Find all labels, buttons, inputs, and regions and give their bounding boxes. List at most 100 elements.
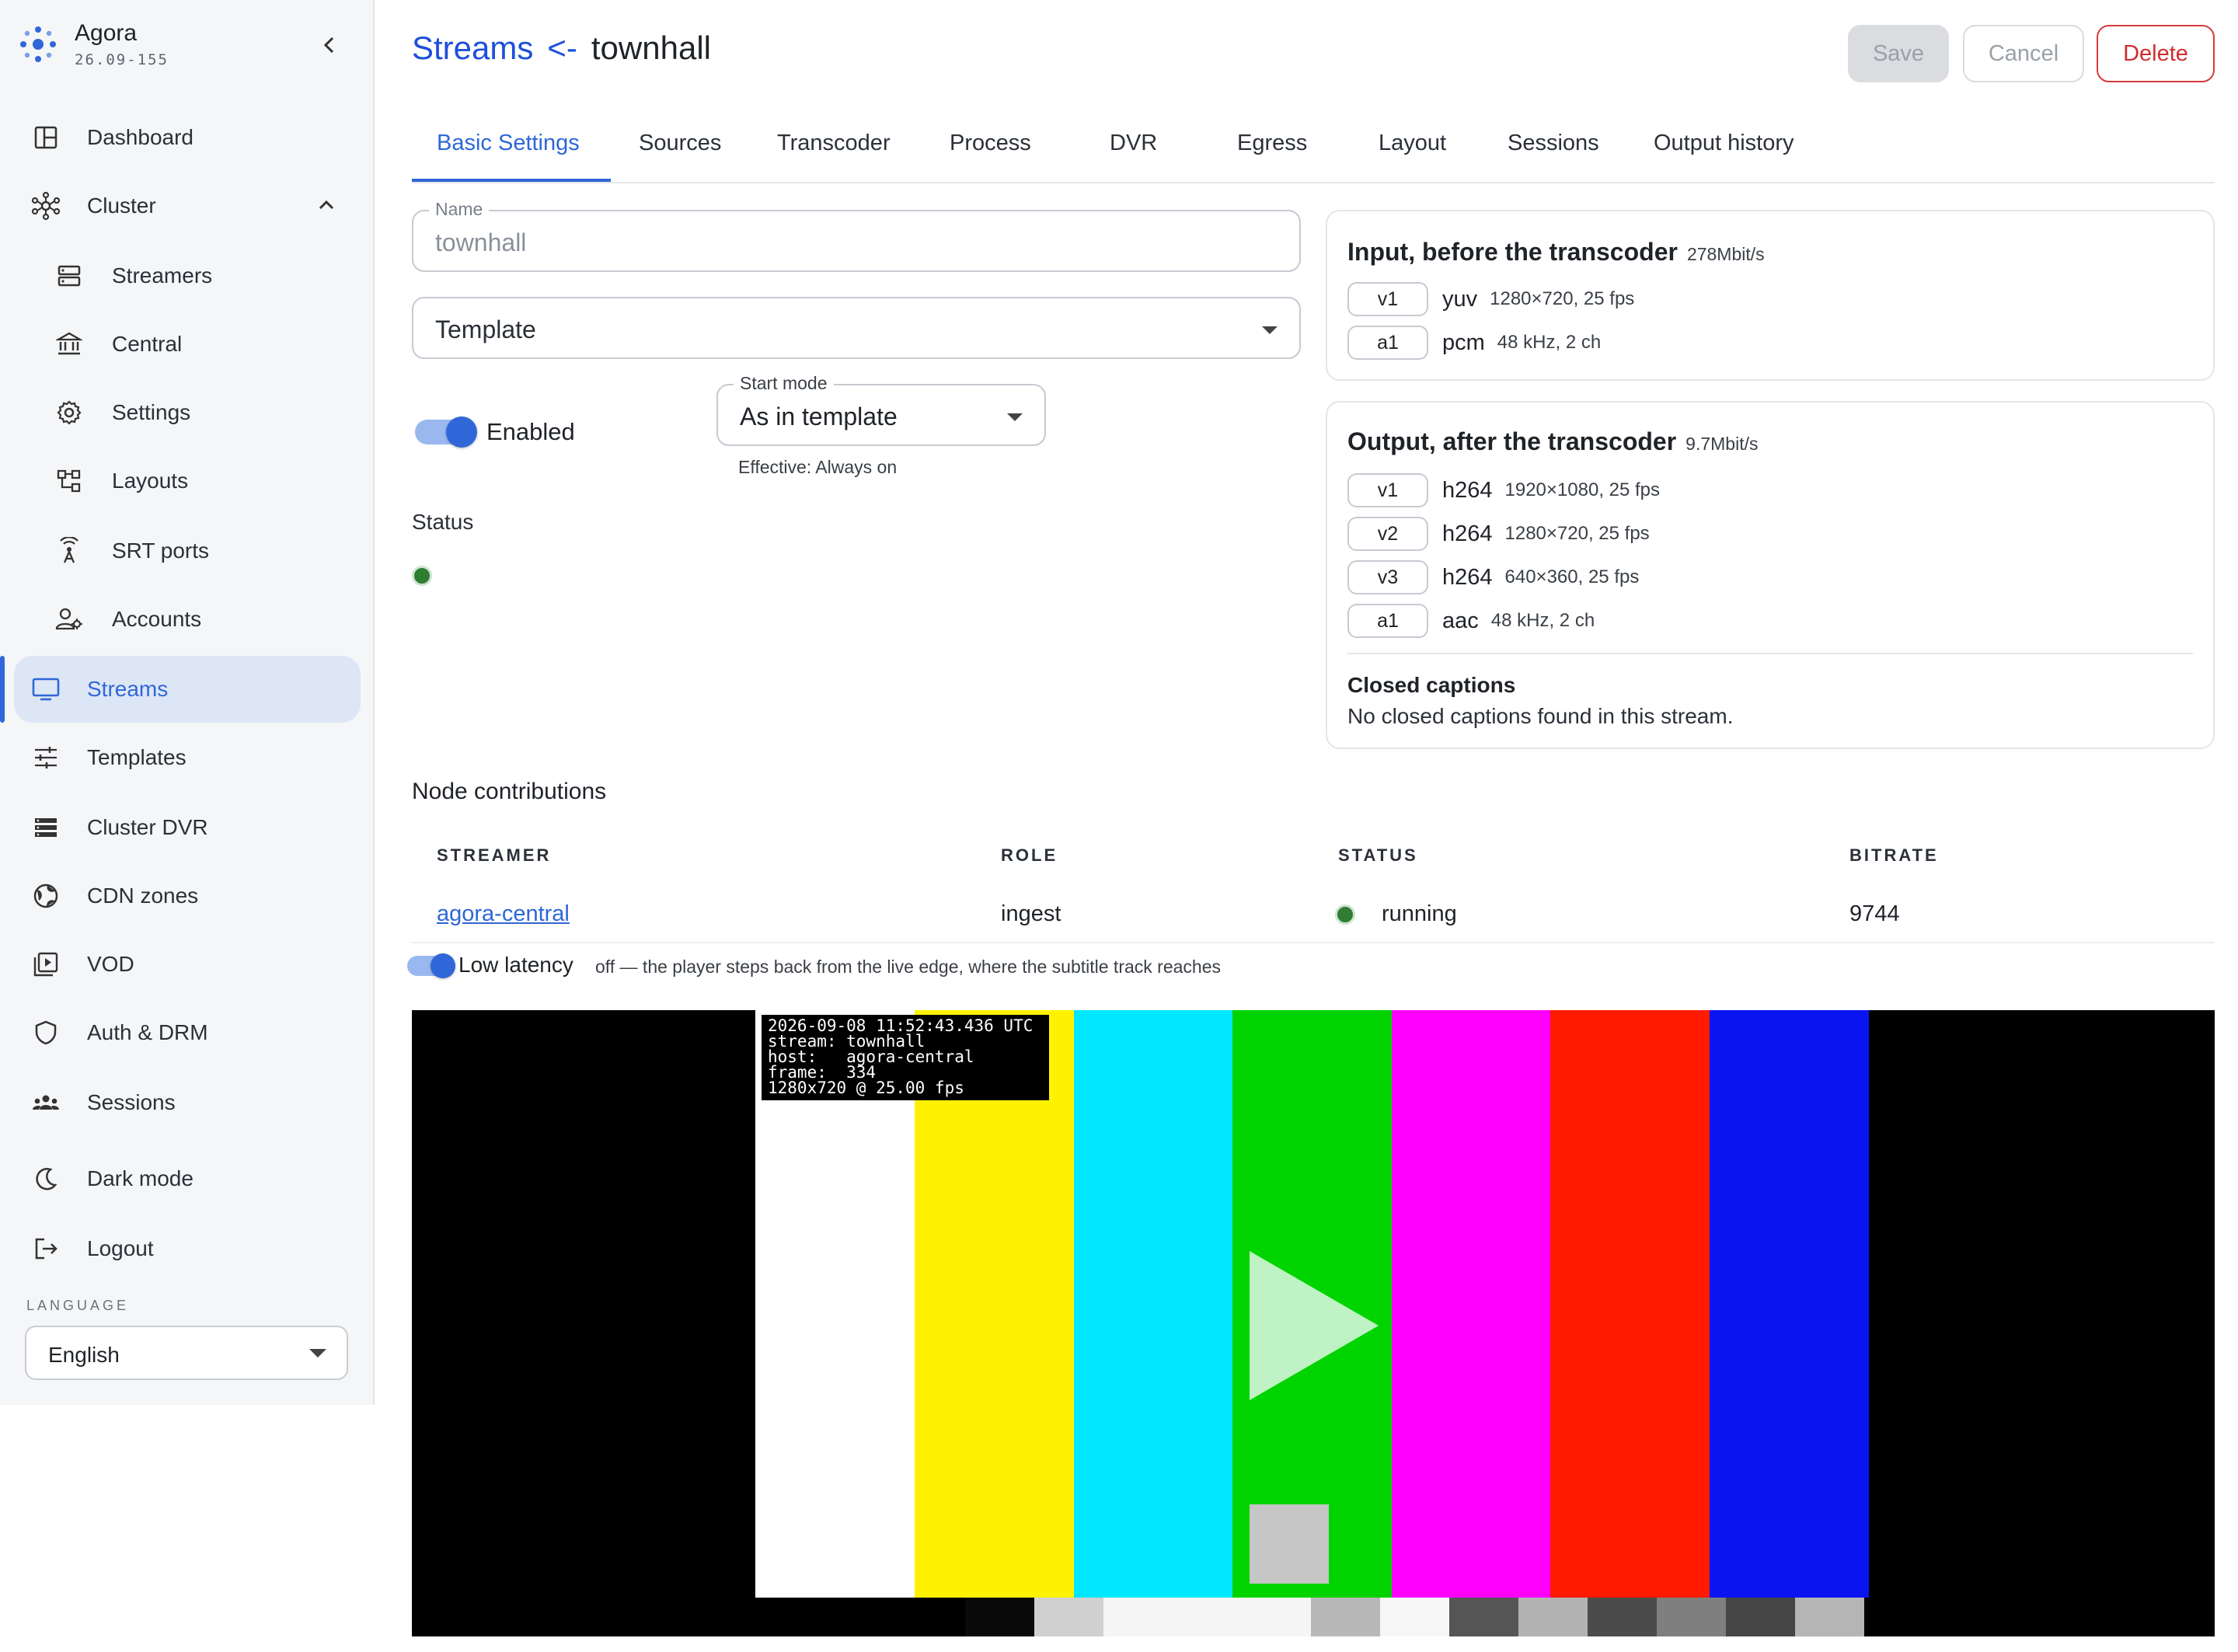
track-id-chip: v3 <box>1347 560 1428 594</box>
sidebar-item-central[interactable]: Central <box>14 311 361 378</box>
name-field[interactable]: Name townhall <box>412 199 1301 272</box>
dashboard-icon <box>31 123 61 152</box>
sidebar-item-srt-ports[interactable]: SRT ports <box>14 518 361 584</box>
sidebar-item-layouts[interactable]: Layouts <box>14 448 361 514</box>
sidebar-item-cluster[interactable]: Cluster <box>14 173 361 239</box>
collapse-sidebar-button[interactable] <box>314 30 345 61</box>
sidebar-item-cdn-zones[interactable]: CDN zones <box>14 863 361 929</box>
sidebar-item-sessions[interactable]: Sessions <box>14 1069 361 1136</box>
tab-output-history[interactable]: Output history <box>1654 131 1794 156</box>
track-id-chip: a1 <box>1347 326 1428 360</box>
storage-icon <box>31 813 61 842</box>
gray-step <box>1449 1598 1518 1636</box>
breadcrumb-streams-link[interactable]: Streams <box>412 30 533 66</box>
gray-step <box>1657 1598 1726 1636</box>
color-bar <box>1550 1010 1710 1598</box>
status-cell: running <box>1382 901 1457 926</box>
tab-transcoder[interactable]: Transcoder <box>777 131 891 156</box>
start-mode-select[interactable]: Start mode As in template <box>716 373 1046 446</box>
start-mode-value: As in template <box>740 403 898 430</box>
track-detail: 48 kHz, 2 ch <box>1497 332 1602 353</box>
track-codec: pcm <box>1442 329 1485 355</box>
layouts-icon <box>54 466 84 496</box>
sidebar-item-auth-drm[interactable]: Auth & DRM <box>14 999 361 1066</box>
shield-icon <box>31 1018 61 1047</box>
output-track: a1 aac 48 kHz, 2 ch <box>1347 603 1595 639</box>
logout-button[interactable]: Logout <box>14 1215 361 1282</box>
sidebar-item-accounts[interactable]: Accounts <box>14 586 361 653</box>
sliders-icon <box>31 743 61 772</box>
sidebar-item-label: Cluster <box>87 193 156 218</box>
track-codec: yuv <box>1442 286 1478 312</box>
input-track: v1 yuv 1280×720, 25 fps <box>1347 281 1634 317</box>
sidebar-item-streamers[interactable]: Streamers <box>14 242 361 309</box>
template-select[interactable]: Template <box>412 297 1301 359</box>
test-pattern-square <box>1250 1504 1329 1584</box>
play-icon[interactable] <box>1250 1251 1379 1400</box>
sidebar-item-streams[interactable]: Streams <box>14 656 361 723</box>
gear-icon <box>54 398 84 427</box>
sidebar-item-label: Sessions <box>87 1090 176 1114</box>
language-value: English <box>48 1343 120 1367</box>
enabled-toggle[interactable] <box>415 416 477 448</box>
server-icon <box>54 261 84 291</box>
cancel-button[interactable]: Cancel <box>1963 25 2084 82</box>
app-version: 26.09-155 <box>75 51 169 68</box>
tab-sources[interactable]: Sources <box>639 131 721 156</box>
track-codec: h264 <box>1442 521 1493 546</box>
breadcrumb-separator: <- <box>547 30 577 66</box>
sidebar-item-label: Streamers <box>112 263 213 288</box>
sidebar-item-label: CDN zones <box>87 884 199 908</box>
moon-icon <box>31 1164 61 1194</box>
sidebar-item-label: Auth & DRM <box>87 1020 208 1044</box>
effective-start-mode: Effective: Always on <box>738 457 898 477</box>
sidebar-item-templates[interactable]: Templates <box>14 724 361 791</box>
tab-process[interactable]: Process <box>950 131 1031 156</box>
tab-egress[interactable]: Egress <box>1237 131 1307 156</box>
low-latency-toggle[interactable] <box>407 953 455 978</box>
chevron-up-icon <box>319 200 334 210</box>
gray-step <box>1726 1598 1795 1636</box>
closed-captions-title: Closed captions <box>1347 673 1516 697</box>
sidebar-item-vod[interactable]: VOD <box>14 931 361 998</box>
tab-layout[interactable]: Layout <box>1379 131 1446 156</box>
output-bitrate: 9.7Mbit/s <box>1685 434 1759 454</box>
template-select-value: Template <box>435 315 536 343</box>
video-timecode-overlay: 2026-09-08 11:52:43.436 UTC stream: town… <box>762 1015 1049 1100</box>
sidebar-item-label: VOD <box>87 952 134 976</box>
track-id-chip: a1 <box>1347 604 1428 638</box>
output-track: v2 h264 1280×720, 25 fps <box>1347 516 1650 552</box>
gray-step <box>1795 1598 1864 1636</box>
sidebar: Agora 26.09-155 Dashboard Cluster Stream… <box>0 0 375 1405</box>
status-label: Status <box>412 510 474 534</box>
track-id-chip: v2 <box>1347 517 1428 551</box>
output-tracks-card: Output, after the transcoder 9.7Mbit/s v1… <box>1326 401 2215 749</box>
sidebar-item-label: Accounts <box>112 607 202 631</box>
language-label: LANGUAGE <box>26 1298 130 1313</box>
input-bitrate: 278Mbit/s <box>1686 244 1765 264</box>
dark-mode-toggle[interactable]: Dark mode <box>14 1145 361 1212</box>
start-mode-label: Start mode <box>734 373 834 394</box>
tab-basic-settings[interactable]: Basic Settings <box>437 131 580 156</box>
save-button[interactable]: Save <box>1848 25 1949 82</box>
sidebar-item-label: Templates <box>87 745 186 769</box>
globe-icon <box>31 881 61 911</box>
language-select[interactable]: English <box>25 1326 348 1380</box>
node-contributions-title: Node contributions <box>412 779 607 804</box>
tab-dvr[interactable]: DVR <box>1110 131 1157 156</box>
breadcrumb: Streams <- townhall <box>412 30 711 67</box>
closed-captions-text: No closed captions found in this stream. <box>1347 704 1734 728</box>
sidebar-item-label: Dashboard <box>87 125 193 149</box>
gray-step <box>1103 1598 1173 1636</box>
streamer-link[interactable]: agora-central <box>437 901 570 927</box>
bitrate-cell: 9744 <box>1849 901 1900 926</box>
video-player[interactable]: 2026-09-08 11:52:43.436 UTC stream: town… <box>412 1010 2215 1636</box>
active-tab-indicator <box>412 179 611 182</box>
sidebar-item-cluster-dvr[interactable]: Cluster DVR <box>14 794 361 861</box>
delete-button[interactable]: Delete <box>2097 25 2215 82</box>
monitor-icon <box>31 674 61 704</box>
sidebar-item-settings[interactable]: Settings <box>14 379 361 446</box>
sidebar-item-dashboard[interactable]: Dashboard <box>14 104 361 171</box>
input-card-title: Input, before the transcoder 278Mbit/s <box>1347 238 1765 266</box>
tab-sessions[interactable]: Sessions <box>1508 131 1599 156</box>
